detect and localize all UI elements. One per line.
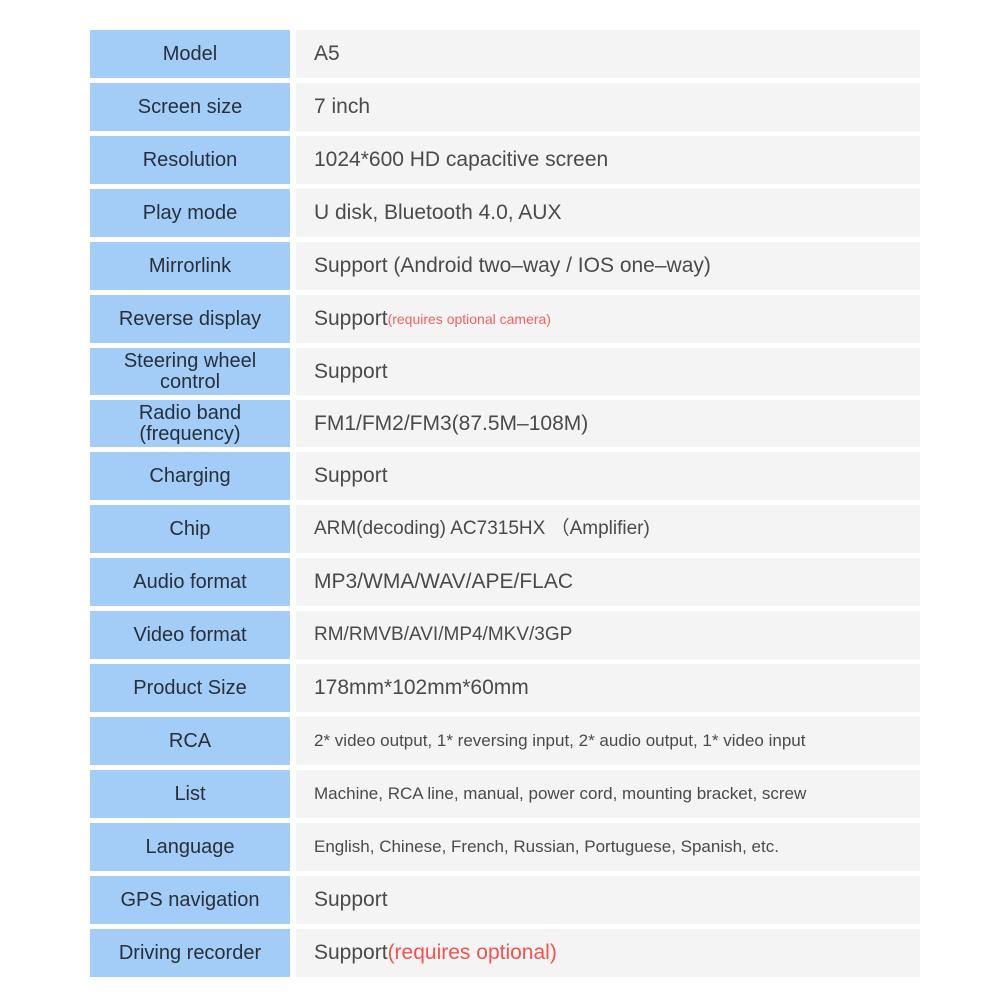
spec-value: ARM(decoding) AC7315HX （Amplifier) — [296, 505, 920, 553]
spec-value-text: Support — [314, 307, 388, 330]
spec-label: Audio format — [90, 558, 290, 606]
spec-value: English, Chinese, French, Russian, Portu… — [296, 823, 920, 871]
table-row: Mirrorlink Support (Android two–way / IO… — [90, 242, 920, 290]
spec-value: 1024*600 HD capacitive screen — [296, 136, 920, 184]
spec-label: Language — [90, 823, 290, 871]
spec-value: Support (Android two–way / IOS one–way) — [296, 242, 920, 290]
table-row: Reverse display Support (requires optiona… — [90, 295, 920, 343]
table-row: Play mode U disk, Bluetooth 4.0, AUX — [90, 189, 920, 237]
spec-value: Support (requires optional camera) — [296, 295, 920, 343]
specification-table: Model A5 Screen size 7 inch Resolution 1… — [90, 30, 920, 982]
table-row: Audio format MP3/WMA/WAV/APE/FLAC — [90, 558, 920, 606]
table-row: GPS navigation Support — [90, 876, 920, 924]
spec-label: Radio band (frequency) — [90, 400, 290, 447]
spec-value-note: (requires optional) — [387, 941, 557, 964]
table-row: Steering wheel control Support — [90, 348, 920, 395]
spec-label: Screen size — [90, 83, 290, 131]
spec-label: List — [90, 770, 290, 818]
spec-value: 2* video output, 1* reversing input, 2* … — [296, 717, 920, 765]
spec-value-text: Support — [314, 941, 388, 964]
table-row: Charging Support — [90, 452, 920, 500]
spec-label: Video format — [90, 611, 290, 659]
table-row: Radio band (frequency) FM1/FM2/FM3(87.5M… — [90, 400, 920, 447]
spec-label: Resolution — [90, 136, 290, 184]
spec-value: Support — [296, 452, 920, 500]
spec-value-note: (requires optional camera) — [387, 311, 551, 327]
spec-value: FM1/FM2/FM3(87.5M–108M) — [296, 400, 920, 447]
table-row: Product Size 178mm*102mm*60mm — [90, 664, 920, 712]
spec-label: RCA — [90, 717, 290, 765]
table-row: Screen size 7 inch — [90, 83, 920, 131]
spec-label: Model — [90, 30, 290, 78]
spec-value: Support — [296, 348, 920, 395]
spec-value: Support — [296, 876, 920, 924]
spec-value: Machine, RCA line, manual, power cord, m… — [296, 770, 920, 818]
spec-value: A5 — [296, 30, 920, 78]
table-row: Driving recorder Support (requires option… — [90, 929, 920, 977]
table-row: Language English, Chinese, French, Russi… — [90, 823, 920, 871]
spec-value: U disk, Bluetooth 4.0, AUX — [296, 189, 920, 237]
table-row: List Machine, RCA line, manual, power co… — [90, 770, 920, 818]
spec-value: RM/RMVB/AVI/MP4/MKV/3GP — [296, 611, 920, 659]
spec-label: GPS navigation — [90, 876, 290, 924]
table-row: Resolution 1024*600 HD capacitive screen — [90, 136, 920, 184]
spec-label: Play mode — [90, 189, 290, 237]
table-row: Video format RM/RMVB/AVI/MP4/MKV/3GP — [90, 611, 920, 659]
spec-value: 7 inch — [296, 83, 920, 131]
table-row: RCA 2* video output, 1* reversing input,… — [90, 717, 920, 765]
table-row: Model A5 — [90, 30, 920, 78]
spec-label: Product Size — [90, 664, 290, 712]
spec-label: Steering wheel control — [90, 348, 290, 395]
spec-value: 178mm*102mm*60mm — [296, 664, 920, 712]
spec-value: MP3/WMA/WAV/APE/FLAC — [296, 558, 920, 606]
spec-value: Support (requires optional) — [296, 929, 920, 977]
spec-label: Chip — [90, 505, 290, 553]
spec-label: Driving recorder — [90, 929, 290, 977]
table-row: Chip ARM(decoding) AC7315HX （Amplifier) — [90, 505, 920, 553]
spec-label: Charging — [90, 452, 290, 500]
spec-label: Reverse display — [90, 295, 290, 343]
spec-label: Mirrorlink — [90, 242, 290, 290]
